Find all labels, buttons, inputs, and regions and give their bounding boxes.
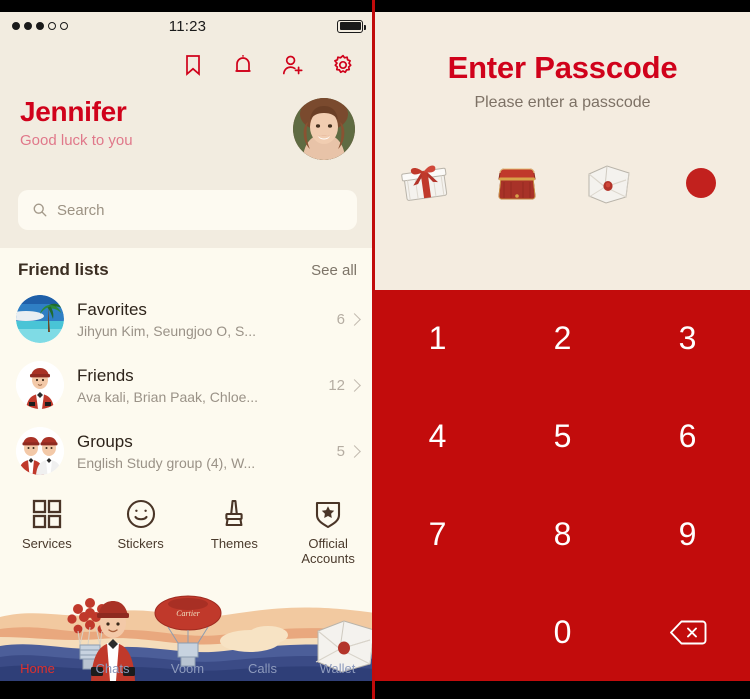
key-4[interactable]: 4 — [375, 388, 500, 486]
profile-text: Jennifer Good luck to you — [20, 96, 133, 149]
bell-icon[interactable] — [231, 53, 255, 77]
list-item-title: Groups — [77, 432, 133, 452]
key-blank — [375, 583, 500, 681]
left-panel-home: 11:23 Jennifer Good luck to you Search F… — [0, 0, 375, 699]
tab-voom[interactable]: Voom — [150, 647, 225, 681]
key-1[interactable]: 1 — [375, 290, 500, 388]
list-item-title: Friends — [77, 366, 134, 386]
list-item-count: 5 — [336, 442, 345, 460]
app-screen: 11:23 Jennifer Good luck to you Search F… — [0, 0, 750, 699]
status-bar: 11:23 — [0, 12, 375, 40]
tab-home[interactable]: Home — [0, 647, 75, 681]
chevron-right-icon — [348, 312, 361, 326]
backspace-icon[interactable] — [625, 583, 750, 681]
key-6[interactable]: 6 — [625, 388, 750, 486]
favorites-text: Favorites Jihyun Kim, Seungjoo O, S... — [77, 299, 324, 338]
top-black-bar — [0, 0, 375, 12]
smiley-icon — [126, 499, 155, 529]
table-row[interactable]: Favorites Jihyun Kim, Seungjoo O, S... 6 — [0, 286, 375, 352]
profile-name: Jennifer — [20, 96, 127, 127]
shield-star-icon — [316, 501, 341, 529]
chevron-right-icon — [348, 378, 361, 392]
friend-lists-header: Friend lists See all — [0, 248, 375, 286]
passcode-indicator-row — [375, 160, 750, 206]
tab-wallet[interactable]: Wallet — [300, 647, 375, 681]
table-row[interactable]: Groups English Study group (4), W... 5 — [0, 418, 375, 484]
quick-action-label: Services — [21, 536, 72, 551]
list-item-count-group: 6 — [336, 310, 361, 328]
passcode-header: Enter Passcode Please enter a passcode — [375, 12, 750, 112]
list-item-count-group: 5 — [336, 442, 361, 460]
quick-action-label: Official Accounts — [301, 536, 355, 566]
grid-icon — [32, 499, 62, 529]
page-title: Enter Passcode — [447, 50, 678, 85]
search-section: Search — [0, 186, 375, 248]
list-item-count-group: 12 — [328, 376, 361, 394]
groups-text: Groups English Study group (4), W... — [77, 431, 324, 470]
favorites-thumb-icon — [16, 295, 64, 343]
quick-action-label: Themes — [210, 536, 258, 551]
gear-icon[interactable] — [331, 53, 355, 77]
key-2[interactable]: 2 — [500, 290, 625, 388]
key-5[interactable]: 5 — [500, 388, 625, 486]
page-subtitle: Please enter a passcode — [474, 94, 651, 111]
right-panel-passcode: Enter Passcode Please enter a passcode 1… — [375, 0, 750, 699]
see-all-link[interactable]: See all — [311, 262, 357, 279]
bottom-black-bar — [0, 681, 375, 699]
search-input[interactable]: Search — [18, 190, 357, 230]
filled-dot-icon — [674, 160, 728, 206]
friends-thumb-icon — [16, 361, 64, 409]
friend-lists-section: Friend lists See all Favorites Jihyun Ki… — [0, 248, 375, 484]
passcode-keypad: 1 2 3 4 5 6 7 8 9 0 — [375, 290, 750, 681]
list-item-count: 6 — [336, 310, 345, 328]
groups-thumb-icon — [16, 427, 64, 475]
bottom-tab-bar: Home Chats Voom Calls Wallet — [0, 647, 375, 681]
top-black-bar — [375, 0, 750, 12]
list-item-members: Jihyun Kim, Seungjoo O, S... — [77, 322, 256, 339]
quick-action-stickers[interactable]: Stickers — [94, 498, 188, 567]
quick-action-label: Stickers — [117, 536, 164, 551]
gift-box-icon — [398, 160, 452, 206]
key-3[interactable]: 3 — [625, 290, 750, 388]
table-row[interactable]: Friends Ava kali, Brian Paak, Chloe... 1… — [0, 352, 375, 418]
key-7[interactable]: 7 — [375, 486, 500, 584]
svg-text:Cartier: Cartier — [176, 609, 200, 618]
brush-icon — [225, 499, 244, 527]
add-friend-icon[interactable] — [281, 53, 305, 77]
sealed-envelope-icon — [582, 160, 636, 206]
bookmark-icon[interactable] — [181, 53, 205, 77]
chevron-right-icon — [348, 444, 361, 458]
key-0[interactable]: 0 — [500, 583, 625, 681]
list-item-count: 12 — [328, 376, 345, 394]
profile-status-message: Good luck to you — [20, 132, 133, 150]
bottom-black-bar — [375, 681, 750, 699]
profile-section[interactable]: Jennifer Good luck to you — [0, 90, 375, 186]
list-item-members: Ava kali, Brian Paak, Chloe... — [77, 388, 259, 405]
quick-action-services[interactable]: Services — [0, 498, 94, 567]
key-8[interactable]: 8 — [500, 486, 625, 584]
search-placeholder: Search — [57, 201, 105, 219]
list-item-members: English Study group (4), W... — [77, 454, 256, 471]
friend-lists-title: Friend lists — [18, 260, 109, 279]
avatar[interactable] — [293, 98, 355, 160]
list-item-title: Favorites — [77, 300, 147, 320]
status-bar-clock: 11:23 — [168, 17, 207, 35]
tab-chats[interactable]: Chats — [75, 647, 150, 681]
panel-divider — [372, 0, 375, 699]
tab-calls[interactable]: Calls — [225, 647, 300, 681]
quick-action-official-accounts[interactable]: Official Accounts — [281, 498, 375, 567]
jewelry-box-icon — [490, 160, 544, 206]
friends-text: Friends Ava kali, Brian Paak, Chloe... — [77, 365, 315, 404]
key-9[interactable]: 9 — [625, 486, 750, 584]
quick-actions-row: Services Stickers Themes Official Accoun… — [0, 484, 375, 571]
battery-full-icon — [337, 19, 366, 33]
search-icon — [33, 203, 47, 217]
home-header-icons — [0, 40, 375, 90]
quick-action-themes[interactable]: Themes — [188, 498, 282, 567]
